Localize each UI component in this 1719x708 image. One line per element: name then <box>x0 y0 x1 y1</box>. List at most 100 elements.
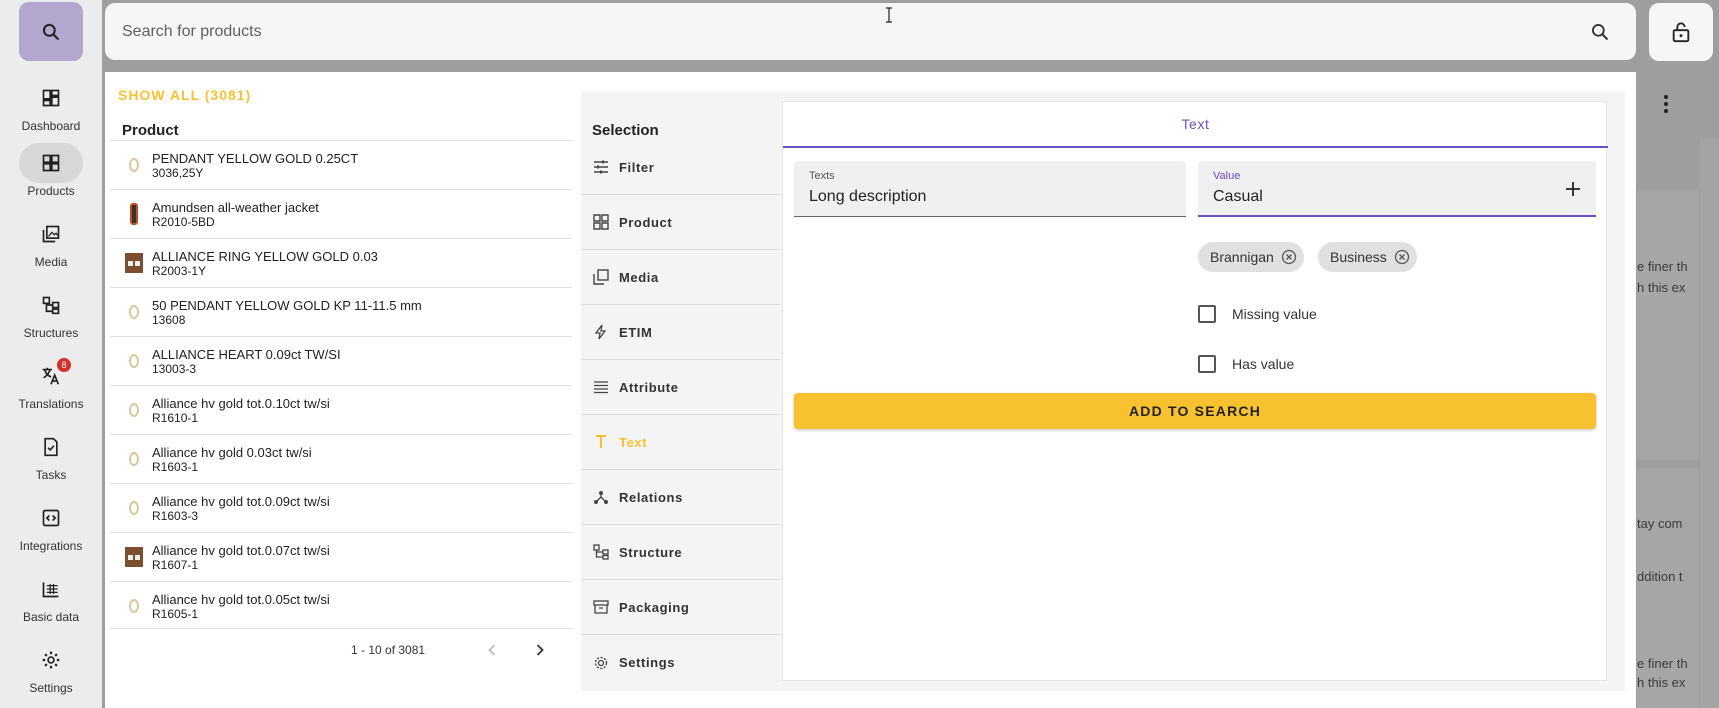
selection-item-label: Filter <box>619 159 655 175</box>
show-all-button[interactable]: SHOW ALL (3081) <box>118 87 251 103</box>
selection-item-product[interactable]: Product <box>581 195 780 250</box>
product-row[interactable]: ALLIANCE HEART 0.09ct TW/SI 13003-3 <box>110 336 572 385</box>
global-search-bar <box>105 3 1636 60</box>
selection-item-filter[interactable]: Filter <box>581 140 780 195</box>
rail-search-button[interactable] <box>19 2 83 61</box>
rail-item-integrations[interactable]: Integrations <box>0 498 102 569</box>
rail-label: Structures <box>23 326 79 340</box>
bolt-icon <box>594 324 607 340</box>
search-submit-button[interactable] <box>1588 20 1612 44</box>
texts-select-field[interactable]: Texts Long description <box>794 161 1186 217</box>
cancel-icon <box>1394 249 1409 265</box>
selection-item-attribute[interactable]: Attribute <box>581 360 780 415</box>
product-row[interactable]: 50 PENDANT YELLOW GOLD KP 11-11.5 mm 136… <box>110 287 572 336</box>
product-row[interactable]: PENDANT YELLOW GOLD 0.25CT 3036,25Y <box>110 140 572 189</box>
rail-item-settings[interactable]: Settings <box>0 640 102 708</box>
chip-remove-button[interactable] <box>1393 248 1411 266</box>
product-pager: 1 - 10 of 3081 <box>110 628 572 672</box>
rail-item-translations[interactable]: 8 Translations <box>0 356 102 427</box>
translations-badge: 8 <box>57 358 71 372</box>
selection-item-structure[interactable]: Structure <box>581 525 780 580</box>
selection-item-etim[interactable]: ETIM <box>581 305 780 360</box>
tune-icon <box>594 160 608 174</box>
product-row[interactable]: ALLIANCE RING YELLOW GOLD 0.03 R2003-1Y <box>110 238 572 287</box>
rail-item-products[interactable]: Products <box>0 143 102 214</box>
rail-item-structures[interactable]: Structures <box>0 285 102 356</box>
value-chip[interactable]: Brannigan <box>1198 242 1304 272</box>
product-row[interactable]: Alliance hv gold tot.0.07ct tw/si R1607-… <box>110 532 572 581</box>
chip-remove-button[interactable] <box>1280 248 1298 266</box>
rail-label: Settings <box>29 681 73 695</box>
selection-item-settings[interactable]: Settings <box>581 635 780 690</box>
has-value-label: Has value <box>1232 356 1295 372</box>
rail-item-media[interactable]: Media <box>0 214 102 285</box>
previous-page-button[interactable] <box>482 640 502 660</box>
product-thumbnail <box>122 545 146 569</box>
product-row[interactable]: Alliance hv gold tot.0.10ct tw/si R1610-… <box>110 385 572 434</box>
has-value-checkbox[interactable] <box>1198 355 1216 373</box>
rail-label: Products <box>27 184 75 198</box>
chip-label: Brannigan <box>1210 249 1274 265</box>
product-thumbnail <box>122 447 146 471</box>
rail-item-dashboard[interactable]: Dashboard <box>0 78 102 149</box>
background-card <box>1637 190 1699 460</box>
next-page-button[interactable] <box>530 640 550 660</box>
archive-icon <box>593 600 609 614</box>
product-code: R1610-1 <box>152 411 199 425</box>
product-name: 50 PENDANT YELLOW GOLD KP 11-11.5 mm <box>152 298 422 313</box>
add-value-button[interactable] <box>1562 178 1584 200</box>
background-card <box>1637 468 1699 708</box>
selection-area: Selection Filter Product Media ETIM Attr… <box>581 91 1625 691</box>
product-code: 13003-3 <box>152 362 197 376</box>
product-row[interactable]: Alliance hv gold tot.0.05ct tw/si R1605-… <box>110 581 572 630</box>
media-icon <box>42 225 60 243</box>
rail-label: Integrations <box>19 539 83 553</box>
missing-value-option[interactable]: Missing value <box>1198 305 1317 323</box>
text-icon <box>596 435 606 448</box>
rail-item-basic-data[interactable]: Basic data <box>0 569 102 640</box>
product-column-header: Product <box>122 122 179 139</box>
chevron-right-icon <box>536 644 544 656</box>
missing-value-label: Missing value <box>1232 306 1317 322</box>
selection-item-media[interactable]: Media <box>581 250 780 305</box>
product-row[interactable]: Alliance hv gold tot.0.09ct tw/si R1603-… <box>110 483 572 532</box>
product-row[interactable]: Amundsen all-weather jacket R2010-5BD <box>110 189 572 238</box>
rail-item-tasks[interactable]: Tasks <box>0 427 102 498</box>
chip-label: Business <box>1330 249 1387 265</box>
tab-text[interactable]: Text <box>783 102 1608 148</box>
background-text: e finer th <box>1637 259 1688 274</box>
cancel-icon <box>1281 249 1296 265</box>
has-value-option[interactable]: Has value <box>1198 355 1294 373</box>
add-to-search-button[interactable]: ADD TO SEARCH <box>794 393 1596 429</box>
value-chip[interactable]: Business <box>1318 242 1417 272</box>
chevron-left-icon <box>488 644 496 656</box>
navigation-rail: Dashboard Products Media Structures 8 Tr… <box>0 0 102 708</box>
value-input-field[interactable]: Value Casual <box>1198 161 1596 217</box>
background-text: h this ex <box>1637 675 1686 690</box>
selection-item-text[interactable]: Text <box>581 415 780 470</box>
search-input[interactable] <box>122 22 1522 41</box>
product-code: 3036,25Y <box>152 166 204 180</box>
selection-item-relations[interactable]: Relations <box>581 470 780 525</box>
text-filter-card: Text Texts Long description Value Casual… <box>782 101 1608 681</box>
background-text: ddition t <box>1637 569 1683 584</box>
lock-button[interactable] <box>1649 3 1713 61</box>
product-thumbnail <box>122 300 146 324</box>
product-code: R2003-1Y <box>152 264 207 278</box>
basic-data-icon <box>42 582 59 598</box>
product-row[interactable]: Alliance hv gold 0.03ct tw/si R1603-1 <box>110 434 572 483</box>
structures-icon <box>593 544 609 560</box>
product-name: Alliance hv gold tot.0.10ct tw/si <box>152 396 330 411</box>
lines-icon <box>594 381 608 394</box>
product-thumbnail <box>122 251 146 275</box>
selection-item-label: ETIM <box>619 324 653 340</box>
products-icon <box>42 154 60 172</box>
selection-item-packaging[interactable]: Packaging <box>581 580 780 635</box>
background-text: h this ex <box>1637 280 1686 295</box>
product-code: 13608 <box>152 313 186 327</box>
selection-item-label: Settings <box>619 655 676 670</box>
product-list: PENDANT YELLOW GOLD 0.25CT 3036,25Y Amun… <box>110 140 572 630</box>
product-name: Alliance hv gold tot.0.09ct tw/si <box>152 494 330 509</box>
missing-value-checkbox[interactable] <box>1198 305 1216 323</box>
texts-field-value: Long description <box>809 188 927 205</box>
